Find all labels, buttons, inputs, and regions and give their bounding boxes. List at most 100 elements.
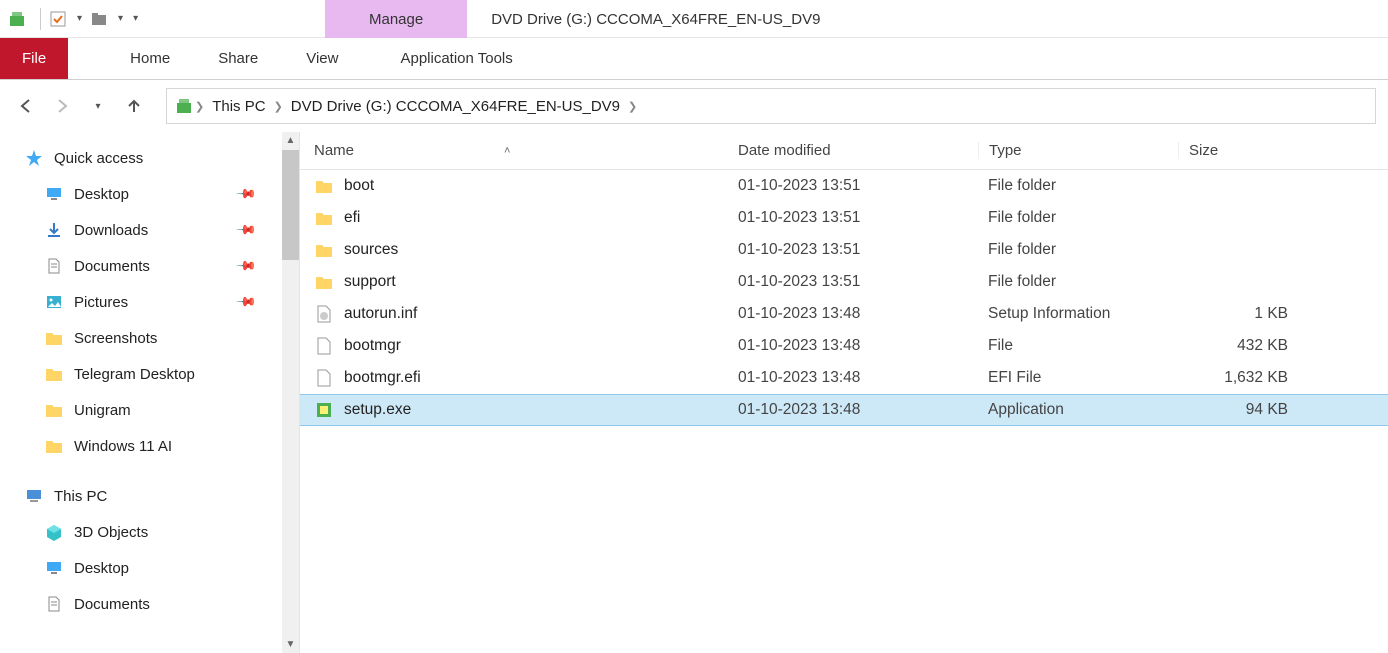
sidebar-item-documents[interactable]: Documents (0, 586, 282, 622)
quick-access-toolbar: ▾ ▾ ▾ Manage DVD Drive (G:) CCCOMA_X64FR… (0, 0, 1388, 38)
qat-customize-icon[interactable]: ▾ (133, 13, 138, 24)
folder-icon (314, 240, 334, 260)
sidebar-this-pc[interactable]: This PC (0, 478, 282, 514)
download-icon (44, 220, 64, 240)
file-row[interactable]: boot 01-10-2023 13:51File folder (300, 170, 1388, 202)
sidebar-item-unigram[interactable]: Unigram (0, 392, 282, 428)
folder-icon (314, 272, 334, 292)
sidebar-quick-access[interactable]: Quick access (0, 140, 282, 176)
cube-icon (44, 522, 64, 542)
document-icon (44, 594, 64, 614)
pin-icon: 📌 (235, 219, 258, 242)
file-row[interactable]: efi01-10-2023 13:51File folder (300, 202, 1388, 234)
file-row[interactable]: autorun.inf01-10-2023 13:48Setup Informa… (300, 298, 1388, 330)
address-bar[interactable]: ❯ This PC ❯ DVD Drive (G:) CCCOMA_X64FRE… (166, 88, 1376, 124)
sidebar-item-telegram-desktop[interactable]: Telegram Desktop (0, 356, 282, 392)
sidebar-item-label: Documents (74, 596, 150, 613)
file-size: 432 KB (1178, 337, 1308, 355)
scroll-down-icon[interactable]: ▼ (282, 636, 299, 653)
file-type: File folder (978, 241, 1178, 259)
recent-locations-icon[interactable]: ▾ (84, 92, 112, 120)
folder-icon (44, 364, 64, 384)
file-row[interactable]: bootmgr01-10-2023 13:48File432 KB (300, 330, 1388, 362)
sidebar-item-label: Pictures (74, 294, 128, 311)
chevron-right-icon[interactable]: ❯ (193, 100, 206, 113)
app-icon (314, 400, 334, 420)
tab-home[interactable]: Home (106, 38, 194, 79)
file-type: EFI File (978, 369, 1178, 387)
col-name[interactable]: Name ˄ (300, 142, 738, 159)
pictures-icon (44, 292, 64, 312)
file-size: 1 KB (1178, 305, 1308, 323)
col-name-label: Name (314, 142, 354, 159)
sort-asc-icon: ˄ (504, 145, 510, 157)
sidebar-item-desktop[interactable]: Desktop📌 (0, 176, 282, 212)
sidebar-item-documents[interactable]: Documents📌 (0, 248, 282, 284)
qat-dropdown-icon[interactable]: ▾ (77, 13, 82, 24)
file-row[interactable]: support01-10-2023 13:51File folder (300, 266, 1388, 298)
sidebar-item-3d-objects[interactable]: 3D Objects (0, 514, 282, 550)
file-date: 01-10-2023 13:48 (738, 401, 978, 419)
pc-icon (24, 486, 44, 506)
desktop-icon (44, 558, 64, 578)
back-button[interactable] (12, 92, 40, 120)
chevron-right-icon[interactable]: ❯ (626, 100, 639, 113)
file-row[interactable]: sources01-10-2023 13:51File folder (300, 234, 1388, 266)
tab-application-tools[interactable]: Application Tools (376, 38, 536, 79)
drive-icon (175, 97, 193, 115)
file-date: 01-10-2023 13:48 (738, 305, 978, 323)
properties-icon[interactable] (47, 8, 69, 30)
file-type: File (978, 337, 1178, 355)
file-type: File folder (978, 209, 1178, 227)
sidebar-item-label: Quick access (54, 150, 143, 167)
sidebar-item-label: Downloads (74, 222, 148, 239)
new-folder-icon[interactable] (88, 8, 110, 30)
sidebar-item-downloads[interactable]: Downloads 📌 (0, 212, 282, 248)
sidebar-item-windows-11-ai[interactable]: Windows 11 AI (0, 428, 282, 464)
tab-view[interactable]: View (282, 38, 362, 79)
sidebar-item-label: Windows 11 AI (74, 438, 172, 455)
file-date: 01-10-2023 13:51 (738, 177, 978, 195)
col-size[interactable]: Size (1178, 142, 1308, 159)
sidebar-item-label: Telegram Desktop (74, 366, 195, 383)
sidebar-item-label: Desktop (74, 560, 129, 577)
folder-icon (314, 176, 334, 196)
folder-icon (314, 208, 334, 228)
sidebar-scrollbar[interactable]: ▲ ▼ (282, 132, 299, 653)
file-name: sources (344, 241, 398, 259)
app-icon (6, 8, 28, 30)
sidebar-item-screenshots[interactable]: Screenshots (0, 320, 282, 356)
sidebar-item-label: Unigram (74, 402, 131, 419)
tab-share[interactable]: Share (194, 38, 282, 79)
sidebar-item-label: Desktop (74, 186, 129, 203)
sidebar-item-label: 3D Objects (74, 524, 148, 541)
breadcrumb-this-pc[interactable]: This PC (206, 98, 271, 115)
file-row[interactable]: bootmgr.efi01-10-2023 13:48EFI File1,632… (300, 362, 1388, 394)
context-group-manage[interactable]: Manage (325, 0, 467, 38)
sidebar-item-pictures[interactable]: Pictures 📌 (0, 284, 282, 320)
qat-dropdown-icon[interactable]: ▾ (118, 13, 123, 24)
file-name: efi (344, 209, 360, 227)
window-title: DVD Drive (G:) CCCOMA_X64FRE_EN-US_DV9 (491, 0, 820, 38)
file-name: boot (344, 177, 374, 195)
ribbon-tabs: File Home Share View Application Tools (0, 38, 1388, 80)
file-type: Setup Information (978, 305, 1178, 323)
file-type: File folder (978, 177, 1178, 195)
file-tab[interactable]: File (0, 38, 68, 79)
col-type[interactable]: Type (978, 142, 1178, 159)
breadcrumb-drive[interactable]: DVD Drive (G:) CCCOMA_X64FRE_EN-US_DV9 (285, 98, 626, 115)
sidebar-item-desktop[interactable]: Desktop (0, 550, 282, 586)
scroll-thumb[interactable] (282, 150, 299, 260)
navigation-pane: Quick access Desktop📌Downloads📌Documents… (0, 132, 300, 653)
forward-button[interactable] (48, 92, 76, 120)
chevron-right-icon[interactable]: ❯ (272, 100, 285, 113)
col-date[interactable]: Date modified (738, 142, 978, 159)
desktop-icon (44, 184, 64, 204)
scroll-up-icon[interactable]: ▲ (282, 132, 299, 149)
pin-icon: 📌 (235, 291, 258, 314)
up-button[interactable] (120, 92, 148, 120)
folder-icon (44, 400, 64, 420)
file-row[interactable]: setup.exe01-10-2023 13:48Application94 K… (300, 394, 1388, 426)
file-date: 01-10-2023 13:48 (738, 369, 978, 387)
file-size: 1,632 KB (1178, 369, 1308, 387)
